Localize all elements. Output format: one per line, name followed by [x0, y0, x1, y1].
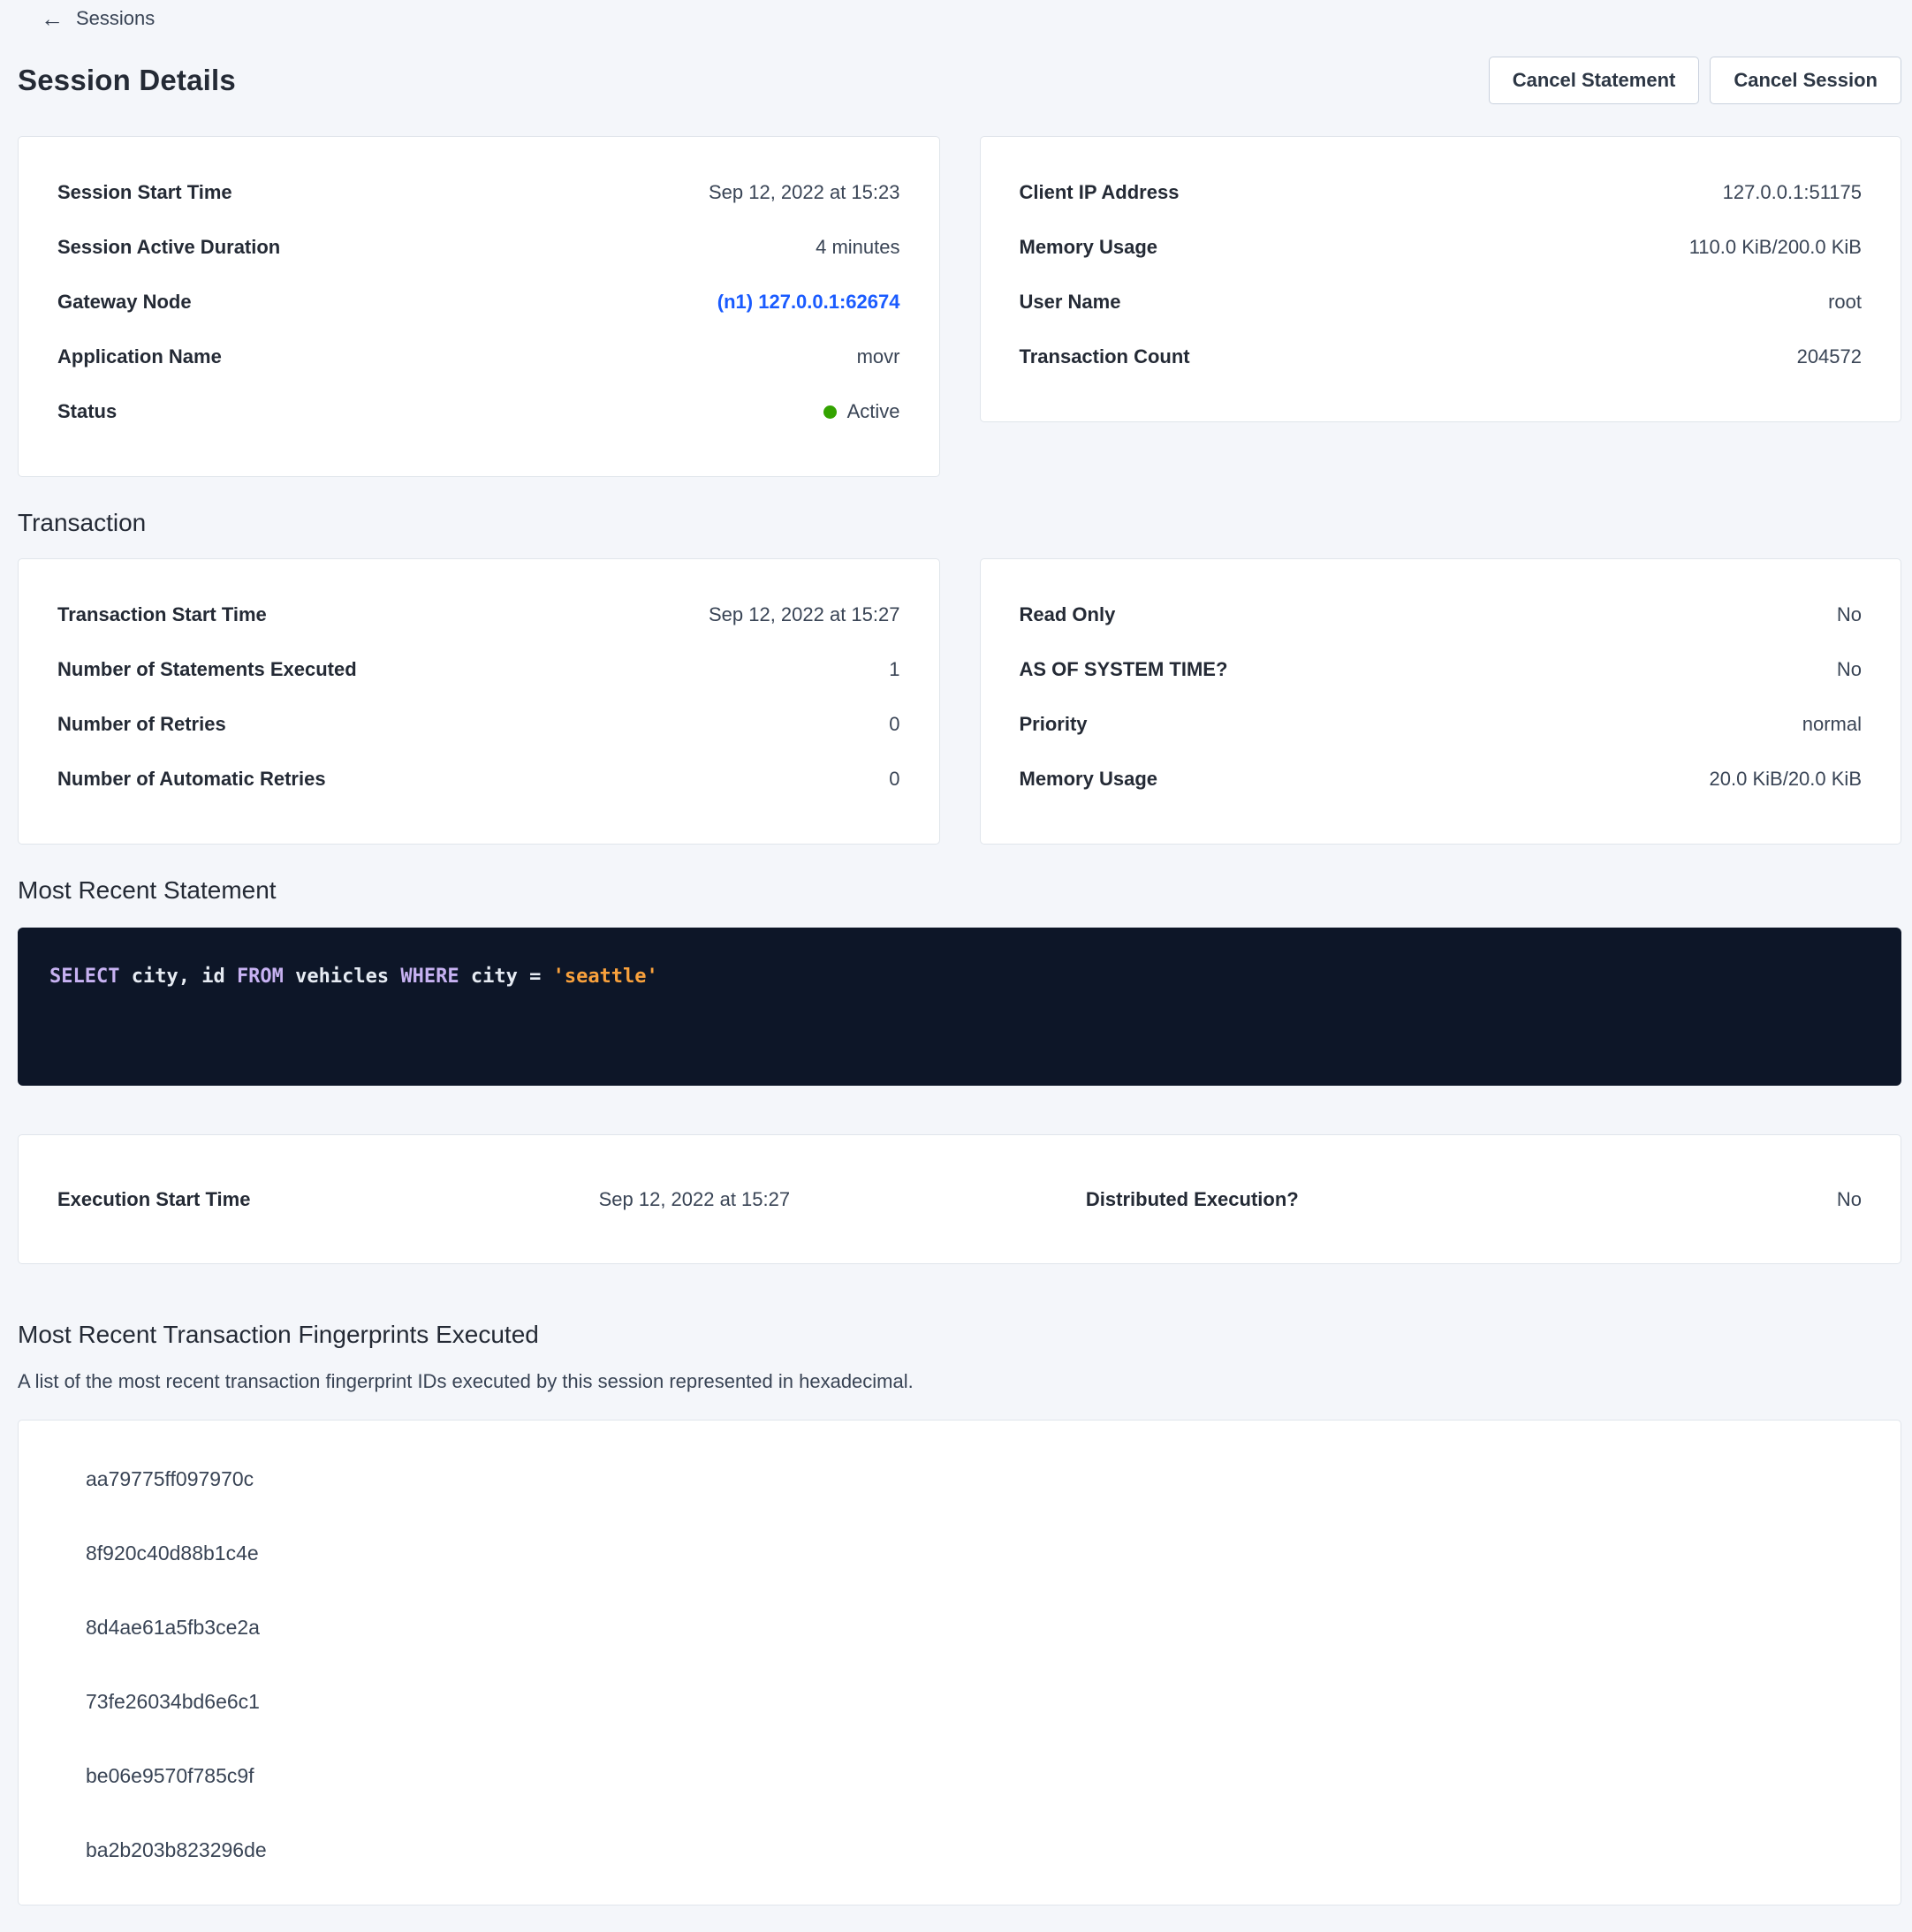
- row-value: Sep 12, 2022 at 15:23: [709, 181, 900, 204]
- sql-string-literal: 'seattle': [553, 966, 658, 988]
- sql-keyword: SELECT: [49, 966, 119, 988]
- transaction-count-row: Transaction Count 204572: [1020, 330, 1863, 384]
- row-value: 20.0 KiB/20.0 KiB: [1710, 768, 1862, 791]
- row-label: Status: [57, 400, 117, 423]
- fingerprint-id: 8f920c40d88b1c4e: [19, 1516, 1901, 1590]
- execution-card: Execution Start Time Sep 12, 2022 at 15:…: [18, 1134, 1901, 1264]
- breadcrumb-sessions-link[interactable]: Sessions: [76, 7, 155, 30]
- breadcrumb[interactable]: ← Sessions: [18, 7, 155, 30]
- status-row: Status Active: [57, 384, 900, 439]
- row-label: Read Only: [1020, 603, 1116, 626]
- fingerprint-id: aa79775ff097970c: [19, 1442, 1901, 1516]
- statements-executed-row: Number of Statements Executed 1: [57, 642, 900, 697]
- fingerprints-card: aa79775ff097970c 8f920c40d88b1c4e 8d4ae6…: [18, 1420, 1901, 1905]
- row-label: Client IP Address: [1020, 181, 1180, 204]
- retries-row: Number of Retries 0: [57, 697, 900, 752]
- row-label: Session Start Time: [57, 181, 232, 204]
- row-value: Sep 12, 2022 at 15:27: [709, 603, 900, 626]
- cancel-session-button[interactable]: Cancel Session: [1710, 57, 1901, 104]
- sql-text: city =: [459, 966, 553, 988]
- session-summary-card-left: Session Start Time Sep 12, 2022 at 15:23…: [18, 136, 940, 477]
- row-value: No: [1837, 603, 1862, 626]
- distributed-execution-label: Distributed Execution?: [1086, 1188, 1483, 1211]
- gateway-node-row: Gateway Node (n1) 127.0.0.1:62674: [57, 275, 900, 330]
- row-value: No: [1837, 658, 1862, 681]
- row-label: Number of Statements Executed: [57, 658, 357, 681]
- row-label: User Name: [1020, 291, 1121, 314]
- row-label: Transaction Count: [1020, 345, 1190, 368]
- statement-section-heading: Most Recent Statement: [18, 876, 1901, 905]
- action-buttons: Cancel Statement Cancel Session: [1489, 57, 1901, 104]
- page-title: Session Details: [18, 64, 236, 97]
- row-label: AS OF SYSTEM TIME?: [1020, 658, 1228, 681]
- fingerprints-description: A list of the most recent transaction fi…: [18, 1370, 1901, 1393]
- distributed-execution-value: No: [1483, 1188, 1862, 1211]
- fingerprints-section-heading: Most Recent Transaction Fingerprints Exe…: [18, 1321, 1901, 1349]
- sql-keyword: FROM: [237, 966, 284, 988]
- gateway-node-link[interactable]: (n1) 127.0.0.1:62674: [717, 291, 900, 314]
- execution-start-time-value: Sep 12, 2022 at 15:27: [599, 1188, 1086, 1211]
- execution-start-time-label: Execution Start Time: [57, 1188, 599, 1211]
- row-value: 0: [889, 713, 899, 736]
- row-value: 204572: [1797, 345, 1862, 368]
- row-label: Application Name: [57, 345, 222, 368]
- row-label: Memory Usage: [1020, 768, 1158, 791]
- session-start-time-row: Session Start Time Sep 12, 2022 at 15:23: [57, 165, 900, 220]
- transaction-card-right: Read Only No AS OF SYSTEM TIME? No Prior…: [980, 558, 1902, 845]
- session-details-page: ← Sessions Session Details Cancel Statem…: [0, 0, 1912, 1932]
- memory-usage-row: Memory Usage 110.0 KiB/200.0 KiB: [1020, 220, 1863, 275]
- row-value: 4 minutes: [816, 236, 899, 259]
- read-only-row: Read Only No: [1020, 587, 1863, 642]
- client-ip-row: Client IP Address 127.0.0.1:51175: [1020, 165, 1863, 220]
- transaction-card-left: Transaction Start Time Sep 12, 2022 at 1…: [18, 558, 940, 845]
- sql-statement-box: SELECT city, id FROM vehicles WHERE city…: [18, 928, 1901, 1086]
- status-value: Active: [823, 400, 900, 423]
- user-name-row: User Name root: [1020, 275, 1863, 330]
- row-value: movr: [857, 345, 900, 368]
- as-of-system-time-row: AS OF SYSTEM TIME? No: [1020, 642, 1863, 697]
- session-active-duration-row: Session Active Duration 4 minutes: [57, 220, 900, 275]
- row-value: root: [1828, 291, 1862, 314]
- application-name-row: Application Name movr: [57, 330, 900, 384]
- automatic-retries-row: Number of Automatic Retries 0: [57, 752, 900, 807]
- status-active-dot-icon: [823, 405, 837, 419]
- sql-keyword: WHERE: [400, 966, 459, 988]
- status-badge: Active: [847, 400, 900, 423]
- row-value: 127.0.0.1:51175: [1723, 181, 1862, 204]
- priority-row: Priority normal: [1020, 697, 1863, 752]
- back-arrow-icon: ←: [41, 7, 64, 30]
- row-label: Number of Automatic Retries: [57, 768, 326, 791]
- txn-memory-usage-row: Memory Usage 20.0 KiB/20.0 KiB: [1020, 752, 1863, 807]
- session-summary-row: Session Start Time Sep 12, 2022 at 15:23…: [18, 136, 1901, 477]
- fingerprint-id: be06e9570f785c9f: [19, 1739, 1901, 1813]
- transaction-section-heading: Transaction: [18, 509, 1901, 537]
- row-value: 1: [889, 658, 899, 681]
- transaction-cards-row: Transaction Start Time Sep 12, 2022 at 1…: [18, 558, 1901, 845]
- fingerprint-id: ba2b203b823296de: [19, 1813, 1901, 1887]
- row-value: 110.0 KiB/200.0 KiB: [1689, 236, 1862, 259]
- row-label: Memory Usage: [1020, 236, 1158, 259]
- cancel-statement-button[interactable]: Cancel Statement: [1489, 57, 1700, 104]
- fingerprint-id: 8d4ae61a5fb3ce2a: [19, 1590, 1901, 1664]
- row-label: Session Active Duration: [57, 236, 280, 259]
- session-summary-card-right: Client IP Address 127.0.0.1:51175 Memory…: [980, 136, 1902, 422]
- sql-text: vehicles: [284, 966, 400, 988]
- row-label: Number of Retries: [57, 713, 226, 736]
- fingerprint-id: 73fe26034bd6e6c1: [19, 1664, 1901, 1739]
- row-value: 0: [889, 768, 899, 791]
- row-label: Gateway Node: [57, 291, 192, 314]
- row-value: normal: [1802, 713, 1862, 736]
- title-row: Session Details Cancel Statement Cancel …: [18, 57, 1901, 104]
- row-label: Priority: [1020, 713, 1088, 736]
- sql-text: city, id: [119, 966, 236, 988]
- row-label: Transaction Start Time: [57, 603, 267, 626]
- transaction-start-time-row: Transaction Start Time Sep 12, 2022 at 1…: [57, 587, 900, 642]
